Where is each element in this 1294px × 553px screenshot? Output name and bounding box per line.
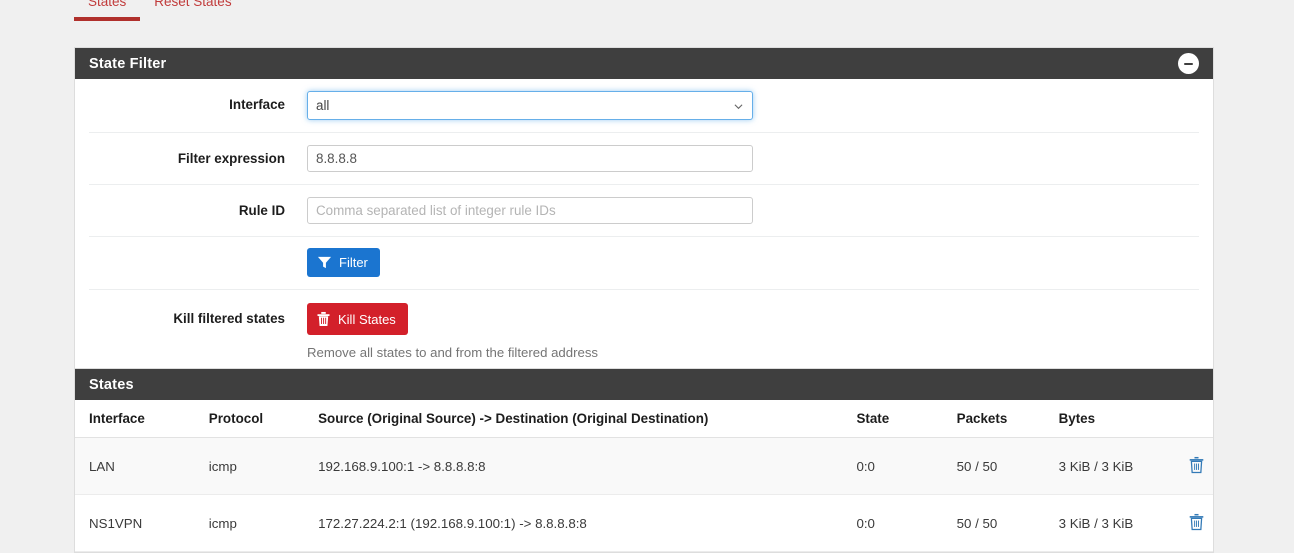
interface-label: Interface <box>229 97 285 112</box>
minus-circle-icon[interactable] <box>1178 53 1199 74</box>
filter-expression-label: Filter expression <box>177 151 285 166</box>
cell-state: 0:0 <box>848 494 949 552</box>
column-header-packets: Packets <box>948 400 1051 438</box>
cell-protocol: icmp <box>200 494 311 552</box>
tab-bar: States Reset States <box>74 0 246 22</box>
state-filter-header: State Filter <box>75 48 1213 79</box>
tab-reset-states[interactable]: Reset States <box>140 0 245 21</box>
filter-button-spacer <box>89 248 285 254</box>
filter-expression-input[interactable] <box>307 145 753 172</box>
funnel-icon <box>317 256 332 269</box>
tab-states[interactable]: States <box>74 0 141 21</box>
state-filter-title: State Filter <box>89 55 167 72</box>
cell-packets: 50 / 50 <box>948 437 1051 495</box>
delete-state-button[interactable] <box>1188 512 1205 531</box>
filter-button-row: Filter <box>89 237 1199 290</box>
kill-states-field-wrap: Kill States Remove all states to and fro… <box>285 303 1199 360</box>
delete-state-button[interactable] <box>1188 455 1205 474</box>
column-header-actions <box>1180 400 1213 438</box>
filter-button-label: Filter <box>339 255 368 270</box>
cell-bytes: 3 KiB / 3 KiB <box>1050 437 1180 495</box>
states-table-header-row: Interface Protocol Source (Original Sour… <box>75 400 1213 438</box>
minus-bar <box>1184 62 1193 65</box>
column-header-source-destination: Source (Original Source) -> Destination … <box>310 400 849 438</box>
cell-actions <box>1180 437 1213 495</box>
interface-row: Interface <box>89 79 1199 133</box>
rule-id-field-wrap <box>285 197 1199 224</box>
filter-button-wrap: Filter <box>285 248 1199 277</box>
state-filter-panel: State Filter Interface Filter expression <box>74 47 1214 377</box>
column-header-state: State <box>848 400 949 438</box>
column-header-bytes: Bytes <box>1050 400 1180 438</box>
states-panel-title: States <box>89 376 134 393</box>
kill-states-label: Kill filtered states <box>173 311 285 326</box>
trash-icon <box>1189 513 1204 531</box>
filter-button[interactable]: Filter <box>307 248 380 277</box>
table-row: LAN icmp 192.168.9.100:1 -> 8.8.8.8:8 0:… <box>75 437 1213 495</box>
interface-field-wrap <box>285 91 1199 120</box>
cell-state: 0:0 <box>848 437 949 495</box>
filter-expression-field-wrap <box>285 145 1199 172</box>
kill-states-help-text: Remove all states to and from the filter… <box>307 345 599 360</box>
cell-source-destination: 172.27.224.2:1 (192.168.9.100:1) -> 8.8.… <box>310 494 849 552</box>
column-header-interface: Interface <box>75 400 201 438</box>
states-table-head: Interface Protocol Source (Original Sour… <box>75 400 1213 438</box>
states-panel: States Interface Protocol Source (Origin… <box>74 368 1214 553</box>
interface-select[interactable] <box>307 91 753 120</box>
rule-id-label: Rule ID <box>238 203 285 218</box>
kill-states-row: Kill filtered states Kill States Remove … <box>89 290 1199 376</box>
state-filter-body: Interface Filter expression Rule ID <box>75 79 1213 376</box>
cell-bytes: 3 KiB / 3 KiB <box>1050 494 1180 552</box>
states-table-body: LAN icmp 192.168.9.100:1 -> 8.8.8.8:8 0:… <box>75 437 1213 552</box>
cell-packets: 50 / 50 <box>948 494 1051 552</box>
trash-icon <box>317 311 330 327</box>
cell-source-destination: 192.168.9.100:1 -> 8.8.8.8:8 <box>310 437 849 495</box>
filter-expression-row: Filter expression <box>89 133 1199 185</box>
states-panel-header: States <box>75 369 1213 400</box>
rule-id-row: Rule ID <box>89 185 1199 237</box>
cell-protocol: icmp <box>200 437 311 495</box>
trash-icon <box>1189 456 1204 474</box>
states-table: Interface Protocol Source (Original Sour… <box>75 400 1213 552</box>
tab-reset-states-label: Reset States <box>154 0 232 9</box>
kill-states-button[interactable]: Kill States <box>307 303 408 335</box>
table-row: NS1VPN icmp 172.27.224.2:1 (192.168.9.10… <box>75 494 1213 552</box>
cell-interface: NS1VPN <box>75 494 201 552</box>
rule-id-input[interactable] <box>307 197 753 224</box>
tab-states-label: States <box>88 0 127 9</box>
cell-interface: LAN <box>75 437 201 495</box>
kill-states-button-label: Kill States <box>338 311 396 327</box>
cell-actions <box>1180 494 1213 552</box>
column-header-protocol: Protocol <box>200 400 311 438</box>
